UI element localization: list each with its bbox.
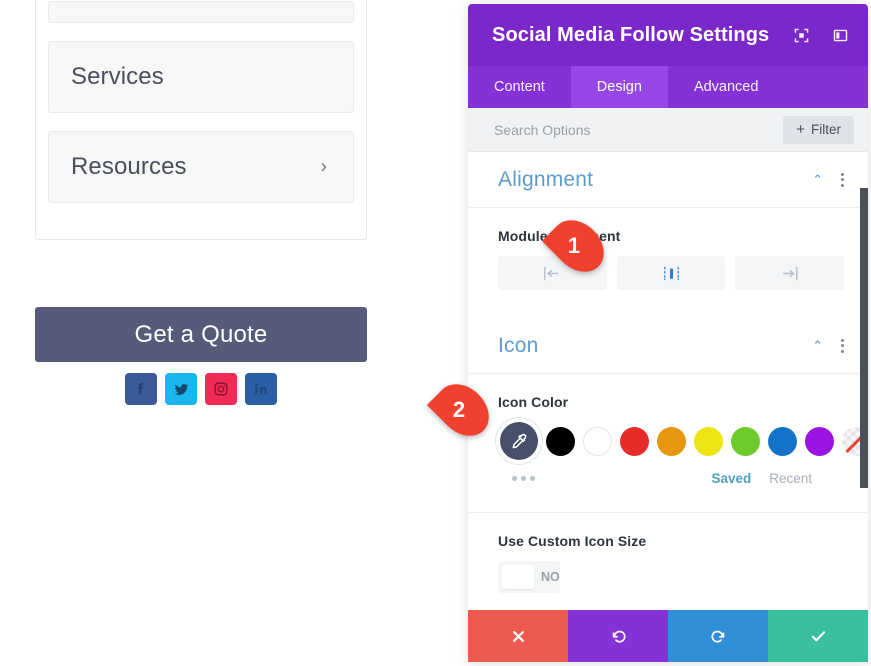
social-follow-row <box>35 371 367 407</box>
filter-button[interactable]: + Filter <box>783 115 854 144</box>
field-label: Module Alignment <box>498 228 621 244</box>
undo-button[interactable] <box>568 610 668 662</box>
options-scroll-area: Alignment ⌃ Module Alignment Icon ⌃ Icon… <box>468 152 868 610</box>
get-a-quote-button[interactable]: Get a Quote <box>35 307 367 362</box>
linkedin-icon[interactable] <box>245 373 277 405</box>
field-label: Use Custom Icon Size <box>498 533 647 549</box>
menu-item-resources[interactable]: Resources › <box>48 131 354 203</box>
page-preview: Services Resources › Get a Quote <box>0 0 412 666</box>
swatch-orange[interactable] <box>657 426 686 456</box>
tab-recent-colors[interactable]: Recent <box>769 471 812 486</box>
search-input[interactable] <box>492 120 784 139</box>
swatch-purple[interactable] <box>805 426 834 456</box>
use-custom-icon-size-toggle[interactable]: NO <box>498 561 560 593</box>
swatch-red[interactable] <box>620 426 649 456</box>
facebook-icon[interactable] <box>125 373 157 405</box>
save-button[interactable] <box>768 610 868 662</box>
options-scrollbar-thumb[interactable] <box>860 188 868 488</box>
canvas-gap <box>411 0 468 666</box>
get-a-quote-label: Get a Quote <box>134 320 268 348</box>
swatch-black[interactable] <box>546 426 575 456</box>
field-icon-color: Icon Color Saved Recent <box>468 374 868 496</box>
toggle-value: NO <box>541 570 560 584</box>
menu-item-services[interactable]: Services <box>48 41 354 113</box>
options-scrollbar-track[interactable] <box>860 152 868 610</box>
menu-item-label: Resources <box>71 153 187 180</box>
tab-content[interactable]: Content <box>468 66 571 108</box>
section-more-icon[interactable] <box>841 172 844 187</box>
layout-panel-icon[interactable] <box>832 27 849 44</box>
section-title: Alignment <box>498 167 594 191</box>
menu-card: Services Resources › <box>35 0 367 240</box>
section-more-icon[interactable] <box>841 338 844 353</box>
module-alignment-left-button[interactable] <box>498 256 607 290</box>
modal-tabs: Content Design Advanced <box>468 66 868 108</box>
icon-color-swatch-row <box>498 422 868 460</box>
modal-footer <box>468 610 868 662</box>
module-alignment-right-button[interactable] <box>735 256 845 290</box>
chevron-up-icon[interactable]: ⌃ <box>812 173 823 186</box>
swatch-meta-row: Saved Recent <box>498 471 844 486</box>
field-module-alignment: Module Alignment <box>468 208 868 300</box>
swatch-white[interactable] <box>583 426 612 456</box>
settings-modal: Social Media Follow Settings Content Des… <box>468 4 868 662</box>
swatch-blue[interactable] <box>768 426 797 456</box>
menu-item-partial[interactable] <box>48 1 354 23</box>
filter-label: Filter <box>811 122 841 137</box>
search-bar: + Filter <box>468 108 868 152</box>
tab-design[interactable]: Design <box>570 66 668 108</box>
fullscreen-icon[interactable] <box>793 27 810 44</box>
section-header-alignment[interactable]: Alignment ⌃ <box>468 152 868 208</box>
module-alignment-group <box>498 256 845 290</box>
section-title: Icon <box>498 333 539 357</box>
module-alignment-center-button[interactable] <box>616 256 726 290</box>
redo-button[interactable] <box>668 610 768 662</box>
chevron-right-icon: › <box>320 156 327 178</box>
swatch-yellow[interactable] <box>694 426 723 456</box>
twitter-icon[interactable] <box>165 373 197 405</box>
cancel-button[interactable] <box>468 610 568 662</box>
modal-body: Alignment ⌃ Module Alignment Icon ⌃ Icon… <box>468 152 868 610</box>
color-source-tabs: Saved Recent <box>711 471 844 486</box>
swatch-green[interactable] <box>731 426 760 456</box>
menu-item-label: Services <box>71 63 164 90</box>
more-colors-icon[interactable] <box>512 476 535 481</box>
modal-header: Social Media Follow Settings <box>468 4 868 66</box>
icon-color-picker-button[interactable] <box>500 422 538 460</box>
field-label: Icon Color <box>498 394 569 410</box>
screen-root: Services Resources › Get a Quote Social … <box>0 0 871 666</box>
tab-advanced[interactable]: Advanced <box>668 66 785 108</box>
plus-icon: + <box>796 121 805 138</box>
modal-title: Social Media Follow Settings <box>492 23 770 46</box>
tab-saved-colors[interactable]: Saved <box>711 471 751 486</box>
modal-header-actions <box>793 27 868 44</box>
chevron-up-icon[interactable]: ⌃ <box>812 339 823 352</box>
toggle-knob <box>502 565 534 589</box>
section-header-icon[interactable]: Icon ⌃ <box>468 318 868 374</box>
instagram-icon[interactable] <box>205 373 237 405</box>
field-use-custom-icon-size: Use Custom Icon Size NO <box>468 513 868 603</box>
